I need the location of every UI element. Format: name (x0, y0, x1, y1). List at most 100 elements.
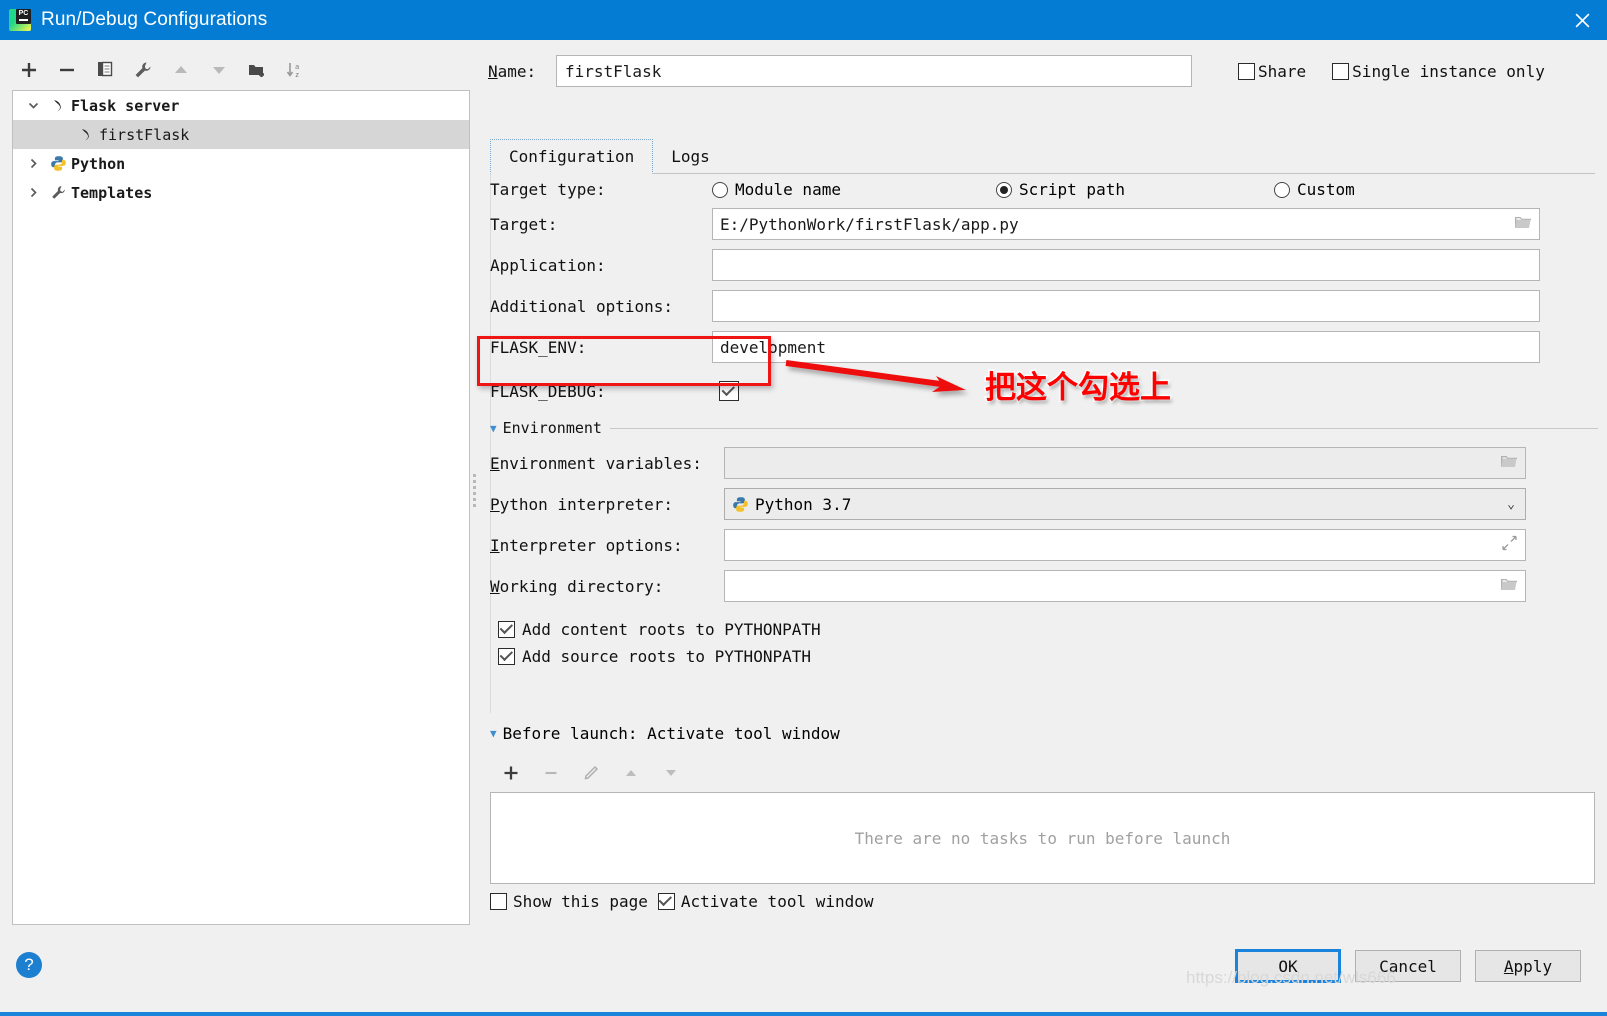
interpreter-options-input[interactable] (724, 529, 1526, 561)
help-button[interactable]: ? (16, 952, 42, 978)
expand-icon[interactable] (1502, 535, 1517, 555)
target-type-row: Target type: Module name Script path Cus… (490, 180, 1598, 199)
radio-label: Script path (1019, 180, 1125, 199)
tab-logs[interactable]: Logs (653, 139, 728, 174)
triangle-down-icon[interactable]: ▼ (490, 727, 497, 740)
tree-item-firstflask[interactable]: firstFlask (13, 120, 469, 149)
configurations-panel: a z Flask server firstFlask Python Templ… (0, 40, 478, 935)
additional-options-input[interactable] (712, 290, 1540, 322)
tab-label: Configuration (509, 147, 635, 166)
activate-tool-window-checkbox[interactable]: Activate tool window (657, 892, 874, 911)
panel-splitter[interactable] (470, 470, 478, 510)
remove-task-button[interactable] (532, 758, 570, 788)
tab-label: Logs (671, 147, 710, 166)
target-label: Target: (490, 214, 558, 234)
folder-icon[interactable] (1514, 214, 1532, 234)
edit-task-button[interactable] (572, 758, 610, 788)
checkbox-box (657, 893, 675, 910)
chevron-right-icon[interactable] (21, 186, 45, 199)
remove-configuration-button[interactable] (48, 53, 86, 87)
svg-text:a: a (295, 63, 299, 71)
name-label: Name: (488, 61, 537, 81)
chevron-right-icon[interactable] (21, 157, 45, 170)
flask-env-input[interactable]: development (712, 331, 1540, 363)
working-directory-input[interactable] (724, 570, 1526, 602)
footer-accent-line (0, 1012, 1607, 1016)
copy-configuration-button[interactable] (86, 53, 124, 87)
create-folder-button[interactable] (238, 53, 276, 87)
run-debug-configurations-dialog: PC Run/Debug Configurations a z Flask se… (0, 0, 1607, 1016)
watermark: https://blog.csdn.net/wls666 (1186, 968, 1396, 987)
section-divider (609, 427, 1598, 429)
tree-item-flask-server[interactable]: Flask server (13, 91, 469, 120)
environment-section-header[interactable]: ▼ Environment (490, 419, 1598, 437)
before-launch-title: Before launch: Activate tool window (502, 724, 840, 743)
interpreter-options-label: Interpreter options: (490, 535, 683, 555)
flask-debug-row: FLASK_DEBUG: (490, 372, 1598, 410)
checkbox-box (498, 621, 515, 638)
name-input[interactable]: firstFlask (556, 55, 1192, 87)
chevron-down-icon[interactable] (21, 99, 45, 112)
close-icon[interactable] (1557, 0, 1607, 40)
add-source-roots-checkbox[interactable]: Add source roots to PYTHONPATH (498, 647, 1598, 666)
target-input[interactable]: E:/PythonWork/firstFlask/app.py (712, 208, 1540, 240)
checkbox-box (1238, 62, 1255, 80)
add-configuration-button[interactable] (10, 53, 48, 87)
flask-env-row: FLASK_ENV: development (490, 331, 1598, 363)
add-task-button[interactable] (492, 758, 530, 788)
edit-templates-button[interactable] (124, 53, 162, 87)
tree-item-templates[interactable]: Templates (13, 178, 469, 207)
task-move-down-button[interactable] (652, 758, 690, 788)
move-up-button[interactable] (162, 53, 200, 87)
python-interpreter-label: Python interpreter: (490, 494, 674, 514)
triangle-down-icon[interactable]: ▼ (490, 422, 497, 435)
share-label: Share (1258, 61, 1307, 81)
single-instance-only-checkbox[interactable]: Single instance only (1332, 62, 1545, 81)
environment-variables-input[interactable] (724, 447, 1526, 479)
move-down-button[interactable] (200, 53, 238, 87)
before-launch-task-list[interactable]: There are no tasks to run before launch (490, 792, 1595, 884)
radio-circle (1274, 181, 1290, 198)
flask-debug-checkbox[interactable] (719, 381, 739, 401)
tree-toolbar: a z (10, 52, 470, 88)
python-icon (732, 496, 749, 513)
before-launch-section-header[interactable]: ▼ Before launch: Activate tool window (490, 724, 1595, 743)
python-icon (45, 155, 71, 172)
task-move-up-button[interactable] (612, 758, 650, 788)
add-content-roots-checkbox[interactable]: Add content roots to PYTHONPATH (498, 620, 1598, 639)
working-directory-row: Working directory: (490, 570, 1598, 602)
radio-circle (996, 181, 1012, 198)
application-input[interactable] (712, 249, 1540, 281)
flask-env-label: FLASK_ENV: (490, 337, 587, 357)
environment-section-title: Environment (502, 419, 602, 437)
flask-debug-label: FLASK_DEBUG: (490, 381, 606, 401)
tab-configuration[interactable]: Configuration (490, 139, 654, 174)
name-row: Name: firstFlask Share Single instance o… (488, 54, 1598, 88)
working-directory-label: Working directory: (490, 576, 664, 596)
python-interpreter-select[interactable]: Python 3.7 ⌄ (724, 488, 1526, 520)
tree-item-label: Python (71, 154, 126, 173)
radio-script-path[interactable]: Script path (996, 180, 1274, 199)
radio-custom[interactable]: Custom (1274, 180, 1355, 199)
tree-item-label: firstFlask (99, 125, 190, 144)
radio-module-name[interactable]: Module name (712, 180, 996, 199)
checkbox-box (1332, 62, 1350, 80)
share-checkbox[interactable]: Share (1238, 62, 1306, 81)
show-this-page-checkbox[interactable]: Show this page (490, 892, 648, 911)
configuration-form: Target type: Module name Script path Cus… (490, 180, 1598, 674)
checkbox-box (498, 648, 515, 665)
python-interpreter-value: Python 3.7 (755, 494, 852, 514)
apply-button[interactable]: Apply (1475, 950, 1581, 982)
tree-item-label: Flask server (71, 96, 180, 115)
tree-item-python[interactable]: Python (13, 149, 469, 178)
sort-configurations-button[interactable]: a z (276, 53, 314, 87)
folder-icon[interactable] (1500, 576, 1518, 596)
configurations-tree[interactable]: Flask server firstFlask Python Templates (12, 90, 470, 925)
before-launch-toolbar (492, 758, 690, 788)
chevron-down-icon[interactable]: ⌄ (1507, 497, 1515, 512)
before-launch-empty-text: There are no tasks to run before launch (854, 828, 1231, 848)
additional-options-row: Additional options: (490, 290, 1598, 322)
checkbox-box (490, 893, 507, 910)
configuration-editor-panel: Name: firstFlask Share Single instance o… (478, 40, 1607, 935)
folder-icon[interactable] (1500, 453, 1518, 473)
